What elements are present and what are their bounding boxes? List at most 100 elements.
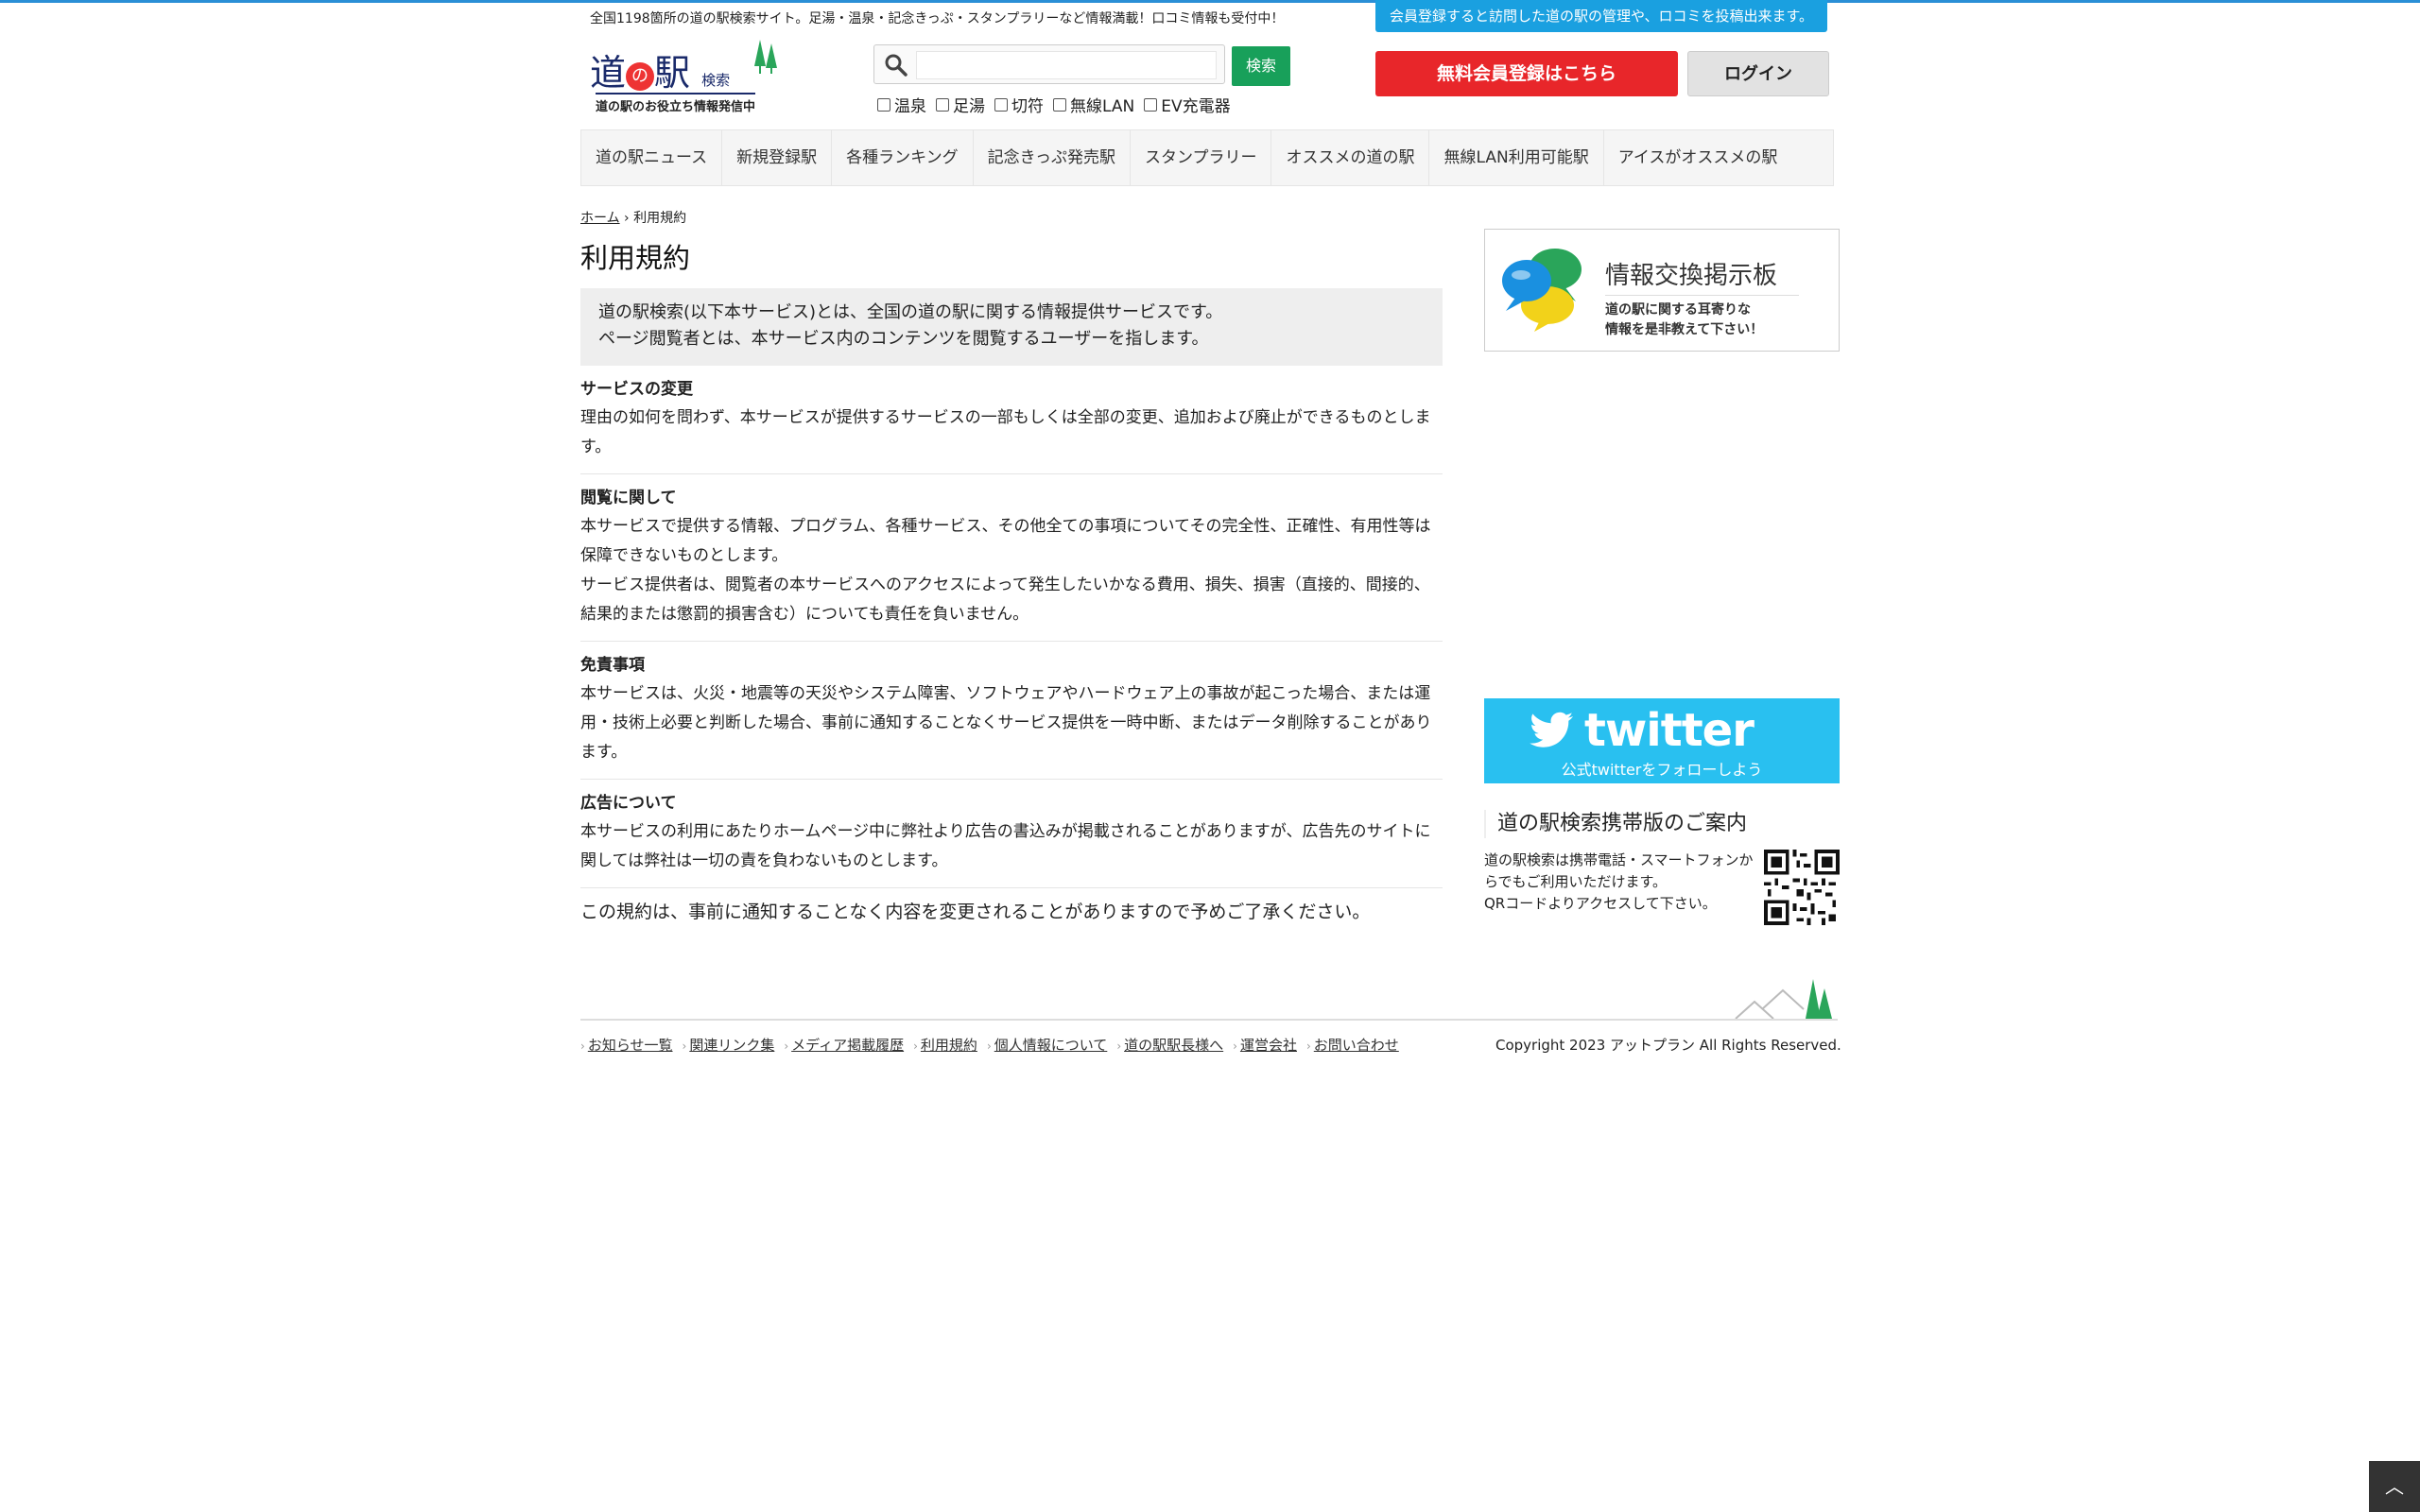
signup-button[interactable]: 無料会員登録はこちら [1375,51,1678,96]
section-heading: 免責事項 [580,656,645,675]
checkbox[interactable] [994,97,1008,112]
footer-link-contact[interactable]: お問い合わせ [1314,1037,1399,1054]
logo-eki: 駅 [654,52,691,94]
section-heading: 広告について [580,794,677,813]
mobile-text-line: QRコードよりアクセスして下さい。 [1484,895,1717,912]
qr-code-icon[interactable] [1764,850,1840,925]
nav-item-news[interactable]: 道の駅ニュース [581,130,723,185]
footer-link-item: › お知らせ一覧 [580,1035,673,1055]
footer-link-terms[interactable]: 利用規約 [921,1037,977,1054]
logo-wordmark: 道の駅 検索 [590,43,730,95]
chat-bubbles-icon [1502,249,1582,332]
checkbox[interactable] [877,97,890,112]
section-body: 本サービスの利用にあたりホームページ中に弊社より広告の書込みが掲載されることがあ… [580,822,1431,870]
footer-link-privacy[interactable]: 個人情報について [994,1037,1108,1054]
section-ads: 広告について 本サービスの利用にあたりホームページ中に弊社より広告の書込みが掲載… [580,789,1443,888]
top-accent-line [0,0,2420,3]
breadcrumb-current: 利用規約 [633,211,687,226]
filter-label: 無線LAN [1070,97,1135,116]
filter-label: 切符 [1011,97,1044,116]
twitter-bird-icon [1530,712,1573,747]
section-browsing: 閲覧に関して 本サービスで提供する情報、プログラム、各種サービス、その他全ての事… [580,484,1443,642]
mobile-guide-title: 道の駅検索携帯版のご案内 [1484,810,1840,838]
member-info-banner[interactable]: 会員登録すると訪問した道の駅の管理や、ロコミを投稿出来ます。 [1375,0,1827,32]
section-body: サービス提供者は、閲覧者の本サービスへのアクセスによって発生したいかなる費用、損… [580,576,1430,624]
footer-link-item: › お問い合わせ [1306,1035,1399,1055]
page-title: 利用規約 [580,242,691,274]
site-logo[interactable]: 道の駅 検索 道の駅のお役立ち情報発信中 [590,40,784,114]
mobile-guide-text: 道の駅検索は携帯電話・スマートフォンか らでもご利用いただけます。 QRコードよ… [1484,850,1760,915]
main-nav: 道の駅ニュース 新規登録駅 各種ランキング 記念きっぷ発売駅 スタンプラリー オ… [580,129,1834,186]
login-button[interactable]: ログイン [1687,51,1829,96]
chevron-right-icon: › [682,1040,687,1053]
breadcrumb-separator: › [624,211,630,226]
footer-link-station-masters[interactable]: 道の駅駅長様へ [1124,1037,1223,1054]
section-body: 本サービスで提供する情報、プログラム、各種サービス、その他全ての事項についてその… [580,517,1431,565]
mobile-text-line: 道の駅検索は携帯電話・スマートフォンか [1484,851,1754,868]
search-input[interactable] [916,51,1217,79]
search-button[interactable]: 検索 [1232,46,1290,86]
filter-label: 温泉 [894,97,926,116]
site-tagline: 全国1198箇所の道の駅検索サイト。足湯・温泉・記念きっぷ・スタンプラリーなど情… [590,11,1285,26]
twitter-banner[interactable]: twitter 公式twitterをフォローしよう [1484,698,1840,783]
section-heading: サービスの変更 [580,380,693,399]
board-sub-line: 情報を是非教えて下さい！ [1605,322,1764,337]
chevron-right-icon: › [580,1040,585,1053]
chevron-right-icon: › [1305,1040,1311,1053]
filter-onsen[interactable]: 温泉 [877,93,926,116]
filter-wifi[interactable]: 無線LAN [1053,93,1134,116]
footer-link-item: › 道の駅駅長様へ [1116,1035,1223,1055]
intro-line: 道の駅検索(以下本サービス)とは、全国の道の駅に関する情報提供サービスです。 [598,302,1223,322]
breadcrumb-home[interactable]: ホーム [580,211,620,226]
checkbox[interactable] [936,97,949,112]
nav-item-ice-cream[interactable]: アイスがオススメの駅 [1604,130,1792,185]
nav-item-wifi[interactable]: 無線LAN利用可能駅 [1429,130,1604,185]
footer-link-item: › 個人情報について [987,1035,1107,1055]
footer-link-item: › 利用規約 [913,1035,977,1055]
nav-item-new-stations[interactable]: 新規登録駅 [722,130,833,185]
twitter-logo-row: twitter [1530,704,1754,757]
filter-ev[interactable]: EV充電器 [1144,93,1231,116]
intro-box: 道の駅検索(以下本サービス)とは、全国の道の駅に関する情報提供サービスです。 ペ… [580,288,1443,366]
section-body: 本サービスは、火災・地震等の天災やシステム障害、ソフトウェアやハードウェア上の事… [580,684,1432,762]
search-box [873,44,1225,84]
section-disclaimer: 免責事項 本サービスは、火災・地震等の天災やシステム障害、ソフトウェアやハードウ… [580,651,1443,780]
footer-link-news[interactable]: お知らせ一覧 [588,1037,673,1054]
page-top-button[interactable]: ︿ [2369,1461,2420,1512]
footer-link-item: › 運営会社 [1233,1035,1297,1055]
nav-item-kippu[interactable]: 記念きっぷ発売駅 [974,130,1131,185]
breadcrumb: ホーム › 利用規約 [580,208,686,227]
search-icon [885,54,908,77]
nav-item-stamp-rally[interactable]: スタンプラリー [1131,130,1272,185]
footer-link-item: › 関連リンク集 [683,1035,775,1055]
footer-link-company[interactable]: 運営会社 [1240,1037,1297,1054]
message-board-banner[interactable]: 情報交換掲示板 道の駅に関する耳寄りな 情報を是非教えて下さい！ [1484,229,1840,352]
filter-kippu[interactable]: 切符 [994,93,1044,116]
logo-subtitle: 道の駅のお役立ち情報発信中 [596,93,756,114]
twitter-follow-text: 公式twitterをフォローしよう [1561,761,1763,779]
twitter-logo-text: twitter [1584,704,1754,757]
footer-link-item: › メディア掲載履歴 [784,1035,904,1055]
checkbox[interactable] [1053,97,1066,112]
closing-note: この規約は、事前に通知することなく内容を変更されることがありますので予めご了承く… [580,902,1371,922]
chevron-right-icon: › [913,1040,918,1053]
house-tree-icon [1735,979,1832,1021]
intro-line: ページ閲覧者とは、本サービス内のコンテンツを閲覧するユーザーを指します。 [598,329,1209,349]
chevron-right-icon: › [986,1040,992,1053]
footer-divider [580,1019,1838,1021]
section-heading: 閲覧に関して [580,489,677,507]
search-filters: 温泉 足湯 切符 無線LAN EV充電器 [877,93,1231,116]
filter-label: 足湯 [953,97,985,116]
filter-ashiyu[interactable]: 足湯 [936,93,985,116]
nav-item-rankings[interactable]: 各種ランキング [832,130,974,185]
footer-link-media[interactable]: メディア掲載履歴 [791,1037,904,1054]
board-sub-line: 道の駅に関する耳寄りな [1605,302,1751,318]
checkbox[interactable] [1144,97,1158,112]
footer-link-related[interactable]: 関連リンク集 [689,1037,774,1054]
nav-item-recommended[interactable]: オススメの道の駅 [1271,130,1430,185]
terms-content: 道の駅検索(以下本サービス)とは、全国の道の駅に関する情報提供サービスです。 ペ… [580,288,1443,926]
logo-search-label: 検索 [701,72,731,89]
chevron-right-icon: › [1116,1040,1122,1053]
board-title: 情報交換掲示板 [1605,256,1799,296]
logo-no-circle: の [626,61,655,91]
